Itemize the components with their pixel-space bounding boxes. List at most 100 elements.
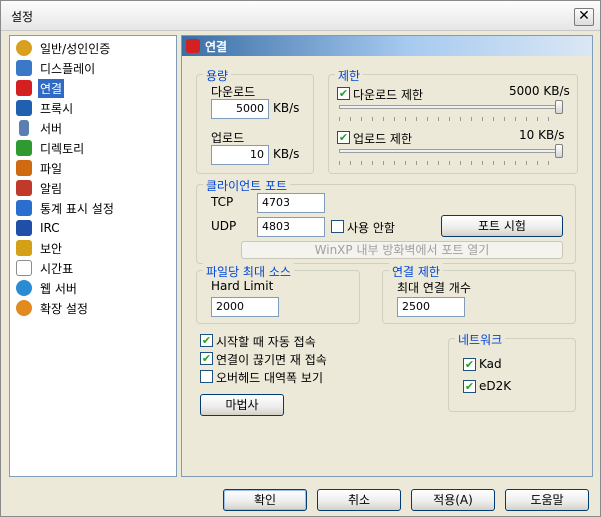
udp-label: UDP: [211, 219, 237, 233]
close-button[interactable]: ✕: [574, 8, 594, 26]
upload-slider-track: [339, 149, 559, 153]
sidebar-item-irc[interactable]: IRC: [16, 218, 174, 238]
capacity-group: 용량 다운로드 5000 KB/s 업로드 10 KB/s: [196, 67, 314, 174]
sidebar-item-general[interactable]: 일반/성인인증: [16, 38, 174, 58]
sidebar-item-file[interactable]: 파일: [16, 158, 174, 178]
download-slider-ticks: [339, 117, 559, 121]
sidebar-item-label: 일반/성인인증: [40, 41, 111, 56]
download-capacity-label: 다운로드: [211, 85, 256, 99]
panel-title: 연결: [205, 39, 228, 54]
download-slider-track: [339, 105, 559, 109]
sidebar-item-display[interactable]: 디스플레이: [16, 58, 174, 78]
auto-connect-label: 시작할 때 자동 접속: [216, 335, 316, 349]
sidebar-item-security[interactable]: 보안: [16, 238, 174, 258]
sidebar-item-label: 시간표: [40, 261, 74, 276]
limits-legend: 제한: [335, 67, 364, 84]
max-connections-label: 최대 연결 개수: [397, 281, 471, 295]
panel-header: 연결: [182, 36, 592, 56]
sidebar-item-label: 알림: [40, 181, 63, 196]
connection-panel: 연결 용량 다운로드 5000 KB/s 업로드 10 KB/s 제한 ✔ 다운…: [181, 35, 593, 477]
sidebar-item-server[interactable]: 서버: [16, 118, 174, 138]
plug-icon: [16, 80, 32, 96]
cancel-button[interactable]: 취소: [317, 489, 401, 511]
max-sources-group: 파일당 최대 소스 Hard Limit 2000: [196, 263, 360, 324]
irc-icon: [16, 220, 32, 236]
sidebar-item-proxy[interactable]: 프록시: [16, 98, 174, 118]
extension-icon: [16, 300, 32, 316]
help-button[interactable]: 도움말: [505, 489, 589, 511]
network-group: 네트워크 ✔ Kad ✔ eD2K: [448, 331, 576, 412]
sidebar-item-label: 연결: [38, 78, 65, 98]
kad-label: Kad: [479, 357, 502, 371]
download-limit-label: 다운로드 제한: [353, 88, 424, 102]
sidebar-item-label: 프록시: [40, 101, 74, 116]
globe-icon: [16, 280, 32, 296]
tcp-port-input[interactable]: 4703: [257, 193, 325, 213]
upload-slider-ticks: [339, 161, 559, 165]
upload-limit-label: 업로드 제한: [353, 132, 413, 146]
sidebar-item-label: 파일: [40, 161, 63, 176]
client-port-legend: 클라이언트 포트: [203, 177, 291, 194]
sidebar-item-scheduler[interactable]: 시간표: [16, 258, 174, 278]
udp-port-input[interactable]: 4803: [257, 217, 325, 237]
ok-button[interactable]: 확인: [223, 489, 307, 511]
sidebar-item-label: 확장 설정: [40, 301, 88, 316]
ed2k-label: eD2K: [479, 379, 512, 393]
sidebar-item-label: 웹 서버: [40, 281, 77, 296]
auto-connect-checkbox[interactable]: ✔: [200, 334, 213, 347]
client-port-group: 클라이언트 포트 TCP 4703 UDP 4803 사용 안함 포트 시험 W…: [196, 177, 576, 264]
download-limit-checkbox[interactable]: ✔: [337, 87, 350, 100]
calendar-icon: [16, 260, 32, 276]
apply-button[interactable]: 적용(A): [411, 489, 495, 511]
wizard-button[interactable]: 마법사: [200, 394, 284, 416]
proxy-icon: [16, 100, 32, 116]
download-capacity-input[interactable]: 5000: [211, 99, 269, 119]
port-test-button[interactable]: 포트 시험: [441, 215, 563, 237]
connection-limit-group: 연결 제한 최대 연결 개수 2500: [382, 263, 576, 324]
overhead-bandwidth-checkbox[interactable]: [200, 370, 213, 383]
download-slider[interactable]: [555, 100, 563, 114]
plug-icon: [186, 39, 200, 53]
sidebar-item-notify[interactable]: 알림: [16, 178, 174, 198]
sidebar-item-directory[interactable]: 디렉토리: [16, 138, 174, 158]
sidebar-item-label: 서버: [40, 121, 63, 136]
upload-limit-checkbox[interactable]: ✔: [337, 131, 350, 144]
upload-capacity-label: 업로드: [211, 131, 245, 145]
max-connections-input[interactable]: 2500: [397, 297, 465, 317]
title-bar: 설정 ✕: [1, 1, 600, 31]
sidebar-item-label: 디스플레이: [40, 61, 96, 76]
sidebar-item-connection[interactable]: 연결: [16, 78, 174, 98]
ed2k-checkbox[interactable]: ✔: [463, 380, 476, 393]
disable-udp-label: 사용 안함: [347, 221, 395, 235]
connection-limit-legend: 연결 제한: [389, 263, 443, 280]
download-limit-value: 5000 KB/s: [509, 84, 570, 98]
upload-slider[interactable]: [555, 144, 563, 158]
stats-icon: [16, 200, 32, 216]
sidebar-item-extended[interactable]: 확장 설정: [16, 298, 174, 318]
limits-group: 제한 ✔ 다운로드 제한 5000 KB/s ✔ 업로드 제한 10 KB/s: [328, 67, 578, 174]
hard-limit-label: Hard Limit: [211, 279, 274, 293]
hard-limit-input[interactable]: 2000: [211, 297, 279, 317]
reconnect-label: 연결이 끊기면 재 접속: [216, 353, 327, 367]
reconnect-checkbox[interactable]: ✔: [200, 352, 213, 365]
upload-unit-label: KB/s: [273, 147, 300, 161]
sidebar-item-webserver[interactable]: 웹 서버: [16, 278, 174, 298]
lock-icon: [16, 240, 32, 256]
gear-icon: [16, 40, 32, 56]
upload-limit-value: 10 KB/s: [519, 128, 565, 142]
monitor-icon: [16, 60, 32, 76]
folder-icon: [16, 140, 32, 156]
sidebar-item-stats[interactable]: 통계 표시 설정: [16, 198, 174, 218]
tcp-label: TCP: [211, 195, 234, 209]
overhead-bandwidth-label: 오버헤드 대역폭 보기: [216, 371, 323, 385]
settings-window: 설정 ✕ 일반/성인인증 디스플레이 연결 프록시 서버 디렉토리 파일 알림 …: [0, 0, 601, 517]
kad-checkbox[interactable]: ✔: [463, 358, 476, 371]
open-firewall-port-button[interactable]: WinXP 내부 방화벽에서 포트 열기: [241, 241, 563, 259]
disable-udp-checkbox[interactable]: [331, 220, 344, 233]
file-icon: [16, 160, 32, 176]
max-sources-legend: 파일당 최대 소스: [203, 263, 294, 280]
server-icon: [19, 120, 29, 136]
download-unit-label: KB/s: [273, 101, 300, 115]
upload-capacity-input[interactable]: 10: [211, 145, 269, 165]
sidebar-item-label: 디렉토리: [40, 141, 85, 156]
